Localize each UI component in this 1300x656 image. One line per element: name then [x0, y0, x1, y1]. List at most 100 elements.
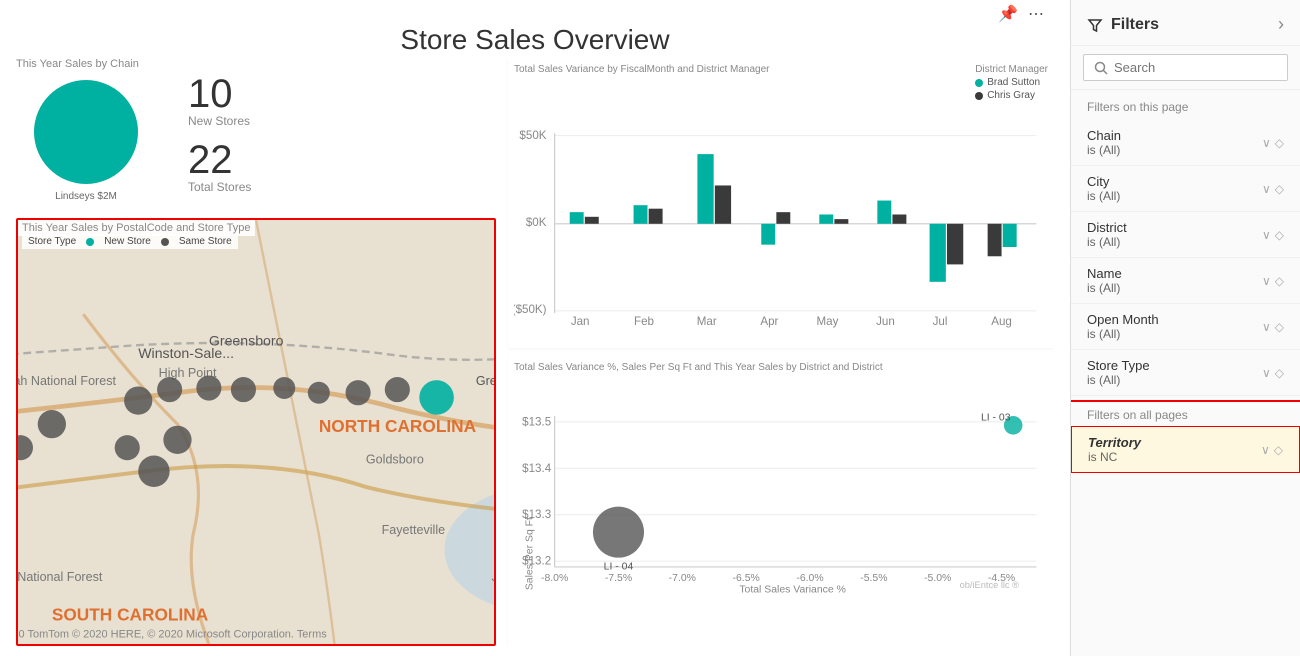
territory-name: Territory: [1088, 435, 1141, 450]
filter-icon: [1087, 17, 1103, 33]
pin-icon[interactable]: 📌: [998, 4, 1018, 24]
open-month-clear-icon[interactable]: ◇: [1275, 320, 1284, 334]
svg-text:May: May: [816, 315, 838, 328]
filter-item-territory[interactable]: Territory is NC ∨ ◇: [1071, 426, 1300, 473]
svg-text:Total Sales Variance %: Total Sales Variance %: [739, 585, 846, 596]
scatter-chart-svg: $13.5 $13.4 $13.3 $13.2 Sales Per Sq Ft: [514, 375, 1048, 620]
store-type-chevron-icon[interactable]: ∨: [1262, 366, 1271, 380]
district-manager-label: District Manager: [975, 64, 1048, 75]
new-store-dot: [86, 238, 94, 246]
svg-text:ob/iEntce llc ®: ob/iEntce llc ®: [960, 580, 1020, 590]
open-month-chevron-icon[interactable]: ∨: [1262, 320, 1271, 334]
svg-text:-8.0%: -8.0%: [541, 573, 568, 584]
filters-all-pages-label: Filters on all pages: [1071, 402, 1300, 426]
chain-label: This Year Sales by Chain: [16, 58, 156, 70]
svg-text:Jul: Jul: [933, 315, 948, 328]
filter-item-chain[interactable]: Chain is (All) ∨ ◇: [1071, 120, 1300, 166]
city-chevron-icon[interactable]: ∨: [1262, 182, 1271, 196]
store-type-clear-icon[interactable]: ◇: [1275, 366, 1284, 380]
svg-text:-6.0%: -6.0%: [796, 573, 823, 584]
new-stores-label: New Stores: [188, 114, 251, 128]
filter-item-district[interactable]: District is (All) ∨ ◇: [1071, 212, 1300, 258]
new-stores-stat: 10 New Stores: [188, 74, 251, 128]
middle-section: This Year Sales by Chain Lindseys $2M 10…: [16, 58, 1054, 646]
scatter-chart-wrapper: Total Sales Variance %, Sales Per Sq Ft …: [508, 356, 1054, 646]
svg-text:$13.4: $13.4: [522, 462, 552, 475]
bar-chart-title: Total Sales Variance by FiscalMonth and …: [514, 64, 769, 75]
district-chevron-icon[interactable]: ∨: [1262, 228, 1271, 242]
svg-text:Jan: Jan: [571, 315, 590, 328]
more-icon[interactable]: ⋯: [1028, 4, 1044, 24]
total-stores-count: 22: [188, 140, 251, 180]
svg-text:SOUTH CAROLINA: SOUTH CAROLINA: [52, 604, 209, 624]
chain-chevron-icon[interactable]: ∨: [1262, 136, 1271, 150]
filter-item-open-month[interactable]: Open Month is (All) ∨ ◇: [1071, 304, 1300, 350]
svg-text:Jacksonville: Jacksonville: [492, 570, 494, 584]
pie-container: Lindseys $2M: [16, 70, 156, 210]
svg-text:-7.0%: -7.0%: [669, 573, 696, 584]
svg-text:© 2020 TomTom © 2020 HERE, © 2: © 2020 TomTom © 2020 HERE, © 2020 Micros…: [18, 629, 327, 641]
dashboard-title: Store Sales Overview: [16, 18, 1054, 58]
district-clear-icon[interactable]: ◇: [1275, 228, 1284, 242]
territory-chevron-icon[interactable]: ∨: [1261, 443, 1270, 457]
same-store-label: Same Store: [179, 236, 232, 247]
search-icon: [1094, 61, 1108, 75]
svg-text:Pisgah National Forest: Pisgah National Forest: [18, 374, 116, 388]
svg-text:-7.5%: -7.5%: [605, 573, 632, 584]
chris-name: Chris Gray: [987, 90, 1035, 101]
filter-title: Filters: [1087, 16, 1159, 34]
svg-text:NORTH CAROLINA: NORTH CAROLINA: [319, 416, 477, 436]
district-legend: District Manager Brad Sutton Chris Gray: [975, 64, 1048, 101]
chris-dot: [975, 92, 983, 100]
svg-text:Feb: Feb: [634, 315, 654, 328]
legend-brad: Brad Sutton: [975, 77, 1048, 88]
right-panel: Total Sales Variance by FiscalMonth and …: [508, 58, 1054, 646]
brad-name: Brad Sutton: [987, 77, 1040, 88]
svg-text:Apr: Apr: [760, 315, 778, 328]
filter-header: Filters ›: [1071, 0, 1300, 46]
svg-text:Sales Per Sq Ft: Sales Per Sq Ft: [525, 517, 536, 590]
svg-text:LI - 03: LI - 03: [981, 413, 1011, 424]
filter-title-text: Filters: [1111, 16, 1159, 34]
filter-item-name[interactable]: Name is (All) ∨ ◇: [1071, 258, 1300, 304]
svg-text:$50K: $50K: [519, 129, 546, 142]
svg-text:-5.5%: -5.5%: [860, 573, 887, 584]
map-section: This Year Sales by PostalCode and Store …: [16, 218, 496, 646]
svg-text:$0K: $0K: [526, 216, 547, 229]
search-input[interactable]: [1114, 60, 1254, 75]
filter-item-chain-header: Chain is (All) ∨ ◇: [1087, 128, 1284, 157]
chain-section: This Year Sales by Chain Lindseys $2M 10…: [16, 58, 496, 210]
svg-text:Greensboro: Greensboro: [209, 333, 284, 349]
total-stores-label: Total Stores: [188, 180, 251, 194]
svg-text:LI - 04: LI - 04: [604, 561, 634, 572]
left-panel: This Year Sales by Chain Lindseys $2M 10…: [16, 58, 496, 646]
filter-expand-icon[interactable]: ›: [1278, 14, 1284, 35]
city-clear-icon[interactable]: ◇: [1275, 182, 1284, 196]
svg-text:Sumter National Forest: Sumter National Forest: [18, 570, 103, 584]
total-stores-stat: 22 Total Stores: [188, 140, 251, 194]
svg-text:Jun: Jun: [876, 315, 895, 328]
svg-text:-6.5%: -6.5%: [733, 573, 760, 584]
search-box: [1083, 54, 1288, 81]
same-store-dot: [161, 238, 169, 246]
bar-chart-svg: $50K $0K ($50K): [514, 101, 1048, 351]
svg-text:Mar: Mar: [697, 315, 717, 328]
top-bar-icons: 📌 ⋯: [998, 4, 1044, 24]
pie-label: Lindseys $2M: [55, 191, 117, 202]
chain-clear-icon[interactable]: ◇: [1275, 136, 1284, 150]
name-chevron-icon[interactable]: ∨: [1262, 274, 1271, 288]
svg-text:$13.5: $13.5: [522, 415, 551, 428]
scatter-chart-title: Total Sales Variance %, Sales Per Sq Ft …: [514, 362, 1048, 373]
territory-clear-icon[interactable]: ◇: [1274, 443, 1283, 457]
new-stores-count: 10: [188, 74, 251, 114]
filter-item-store-type[interactable]: Store Type is (All) ∨ ◇: [1071, 350, 1300, 396]
brad-dot: [975, 79, 983, 87]
filter-search: [1071, 46, 1300, 90]
svg-text:Aug: Aug: [991, 315, 1012, 328]
filter-items: Chain is (All) ∨ ◇ City is (All) ∨ ◇: [1071, 120, 1300, 656]
svg-text:-5.0%: -5.0%: [924, 573, 951, 584]
store-type-label: Store Type: [28, 236, 76, 247]
filter-item-city[interactable]: City is (All) ∨ ◇: [1071, 166, 1300, 212]
svg-text:($50K): ($50K): [514, 303, 547, 316]
name-clear-icon[interactable]: ◇: [1275, 274, 1284, 288]
